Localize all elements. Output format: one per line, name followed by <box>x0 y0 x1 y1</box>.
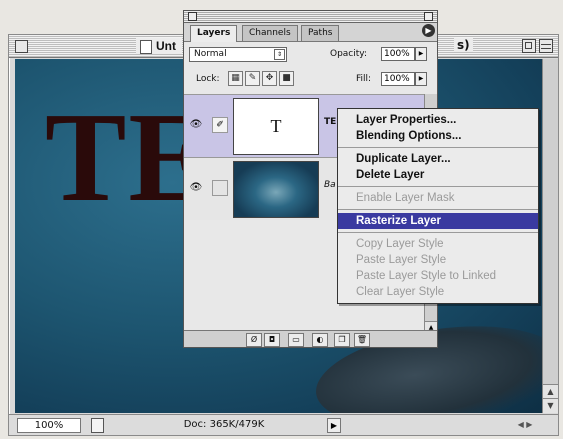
brush-icon[interactable]: ✐ <box>212 117 228 133</box>
file-icon <box>140 40 152 54</box>
background-layer-thumbnail <box>233 161 319 218</box>
menu-item-layer-properties[interactable]: Layer Properties... <box>338 112 538 128</box>
status-menu-arrow-icon[interactable]: ▶ <box>327 418 341 433</box>
menu-item-enable-layer-mask[interactable]: Enable Layer Mask <box>338 190 538 206</box>
palette-close-icon[interactable] <box>188 12 197 21</box>
menu-separator <box>338 147 538 148</box>
lock-transparent-icon[interactable]: ▦ <box>228 71 243 86</box>
tab-channels[interactable]: Channels <box>242 25 298 41</box>
opacity-slider-arrow-icon[interactable]: ▶ <box>415 47 427 61</box>
palette-titlebar[interactable] <box>184 11 437 23</box>
document-title: Unt <box>136 38 182 54</box>
menu-separator <box>338 232 538 233</box>
menu-separator <box>338 186 538 187</box>
trash-icon[interactable]: 🗑 <box>354 333 370 347</box>
layer-context-menu: Layer Properties... Blending Options... … <box>337 108 539 304</box>
layer-mask-icon[interactable]: ◘ <box>264 333 280 347</box>
eye-icon[interactable]: 👁 <box>189 182 203 194</box>
adjustment-layer-icon[interactable]: ◐ <box>312 333 328 347</box>
opacity-field[interactable]: 100% <box>381 47 415 61</box>
tab-layers[interactable]: Layers <box>190 25 238 42</box>
menu-item-blending-options[interactable]: Blending Options... <box>338 128 538 144</box>
lock-label: Lock: <box>196 74 220 84</box>
collapse-box-icon[interactable] <box>539 39 553 53</box>
layer-style-icon[interactable]: Ø <box>246 333 262 347</box>
lock-all-icon[interactable]: ■ <box>279 71 294 86</box>
tab-paths[interactable]: Paths <box>301 25 340 41</box>
menu-item-clear-layer-style[interactable]: Clear Layer Style <box>338 284 538 300</box>
menu-item-paste-layer-style-to-linked[interactable]: Paste Layer Style to Linked <box>338 268 538 284</box>
blend-mode-value: Normal <box>194 49 227 59</box>
fill-field[interactable]: 100% <box>381 72 415 86</box>
new-layer-icon[interactable]: ❐ <box>334 333 350 347</box>
lock-position-icon[interactable]: ✥ <box>262 71 277 86</box>
vertical-scrollbar[interactable]: ▲ ▼ <box>542 59 558 413</box>
fill-slider-arrow-icon[interactable]: ▶ <box>415 72 427 86</box>
horizontal-scroll-arrows-icon[interactable]: ◀ ▶ <box>510 418 540 431</box>
menu-item-delete-layer[interactable]: Delete Layer <box>338 167 538 183</box>
new-set-icon[interactable]: ▭ <box>288 333 304 347</box>
scroll-up-arrow-icon[interactable]: ▲ <box>543 384 558 399</box>
status-bar: 100% Doc: 365K/479K ▶ ◀ ▶ <box>9 414 558 435</box>
zoom-box-icon[interactable] <box>522 39 536 53</box>
blend-mode-select[interactable]: Normal ⇕ <box>189 47 287 62</box>
menu-item-copy-layer-style[interactable]: Copy Layer Style <box>338 236 538 252</box>
palette-menu-icon[interactable]: ▶ <box>422 24 435 37</box>
layer-name-text[interactable]: TE <box>324 117 336 127</box>
eye-icon[interactable]: 👁 <box>189 119 203 131</box>
document-info-icon[interactable] <box>91 418 104 433</box>
scroll-down-arrow-icon[interactable]: ▼ <box>543 398 558 413</box>
menu-item-paste-layer-style[interactable]: Paste Layer Style <box>338 252 538 268</box>
menu-item-duplicate-layer[interactable]: Duplicate Layer... <box>338 151 538 167</box>
text-layer-thumbnail: T <box>233 98 319 155</box>
close-box-icon[interactable] <box>15 40 28 53</box>
document-title-end: s) <box>454 38 473 52</box>
select-arrows-icon: ⇕ <box>274 49 285 60</box>
fill-label: Fill: <box>356 74 372 84</box>
layer-name-background[interactable]: Ba <box>324 180 336 190</box>
document-title-start: Unt <box>156 39 176 53</box>
menu-item-rasterize-layer[interactable]: Rasterize Layer <box>338 213 538 229</box>
lock-image-icon[interactable]: ✎ <box>245 71 260 86</box>
palette-collapse-icon[interactable] <box>424 12 433 21</box>
opacity-label: Opacity: <box>330 49 367 59</box>
palette-footer: Ø ◘ ▭ ◐ ❐ 🗑 <box>184 330 437 347</box>
menu-separator <box>338 209 538 210</box>
zoom-level-field[interactable]: 100% <box>17 418 81 433</box>
document-size: Doc: 365K/479K <box>183 419 265 430</box>
link-toggle-box[interactable] <box>212 180 228 196</box>
